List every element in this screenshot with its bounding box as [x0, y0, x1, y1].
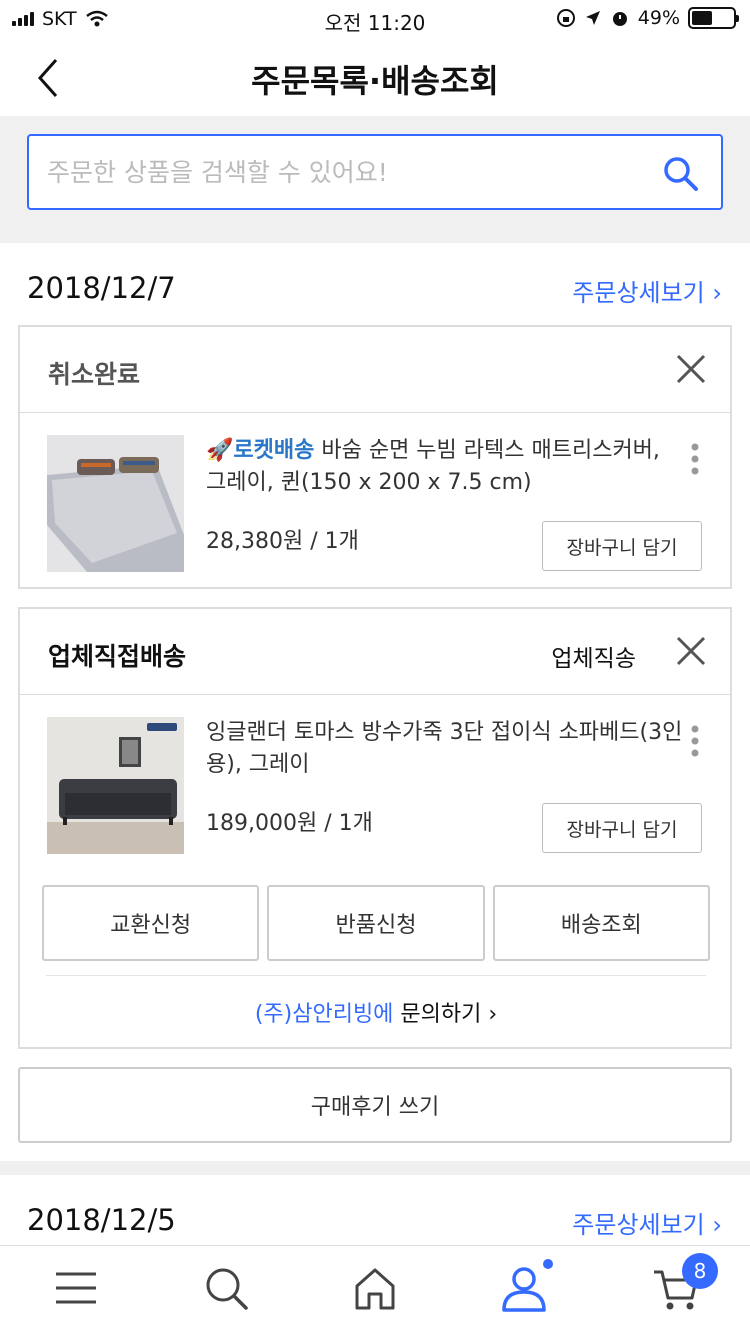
header: 주문목록·배송조회 — [0, 40, 750, 116]
product-name[interactable]: 🚀로켓배송 바숨 순면 누빔 라텍스 매트리스커버, 그레이, 퀸(150 x … — [206, 435, 686, 499]
return-request-button[interactable]: 반품신청 — [267, 885, 485, 961]
order-section: 2018/12/5 주문상세보기 › — [0, 1175, 750, 1245]
order-date: 2018/12/5 — [27, 1203, 176, 1237]
rotation-lock-icon — [556, 9, 575, 27]
search-icon[interactable] — [663, 156, 699, 192]
order-status: 업체직접배송 — [48, 642, 187, 671]
alarm-icon — [612, 12, 627, 26]
menu-icon[interactable] — [52, 1264, 100, 1312]
order-section: 2018/12/7 주문상세보기 › 취소완료 🚀로켓배송 바숨 순면 누빔 라… — [0, 243, 750, 1161]
order-item[interactable]: 잉글랜더 토마스 방수가죽 3단 접이식 소파베드(3인용), 그레이 189,… — [20, 695, 730, 870]
delivery-tracking-button[interactable]: 배송조회 — [492, 885, 710, 961]
product-price: 28,380원 / 1개 — [206, 529, 359, 554]
search-box[interactable] — [27, 134, 723, 210]
user-icon[interactable] — [500, 1264, 548, 1312]
order-action-buttons: 교환신청 반품신청 배송조회 — [42, 885, 710, 961]
vendor-label: 업체직송 — [551, 646, 636, 672]
close-icon[interactable] — [676, 354, 706, 384]
order-card-vendor: 업체직접배송 업체직송 잉글랜더 토마스 방수가죽 3단 접이식 소파베드(3인… — [18, 607, 732, 1049]
page-title: 주문목록·배송조회 — [251, 62, 499, 100]
home-icon[interactable] — [351, 1264, 399, 1312]
close-icon[interactable] — [676, 636, 706, 666]
rocket-delivery-badge: 🚀로켓배송 — [206, 438, 315, 463]
order-date-row: 2018/12/7 주문상세보기 › — [0, 243, 750, 323]
product-thumbnail[interactable] — [47, 717, 184, 854]
search-icon[interactable] — [202, 1264, 250, 1312]
more-options-icon[interactable] — [690, 443, 700, 475]
product-price: 189,000원 / 1개 — [206, 811, 373, 836]
order-status: 취소완료 — [48, 360, 141, 389]
write-review-button[interactable]: 구매후기 쓰기 — [18, 1067, 732, 1143]
bottom-tab-bar — [0, 1245, 750, 1333]
product-thumbnail[interactable] — [47, 435, 184, 572]
order-detail-link[interactable]: 주문상세보기 › — [572, 1205, 722, 1240]
location-icon — [585, 11, 600, 25]
seller-name[interactable]: (주)삼안리빙에 — [255, 1002, 394, 1027]
order-date: 2018/12/7 — [27, 271, 176, 305]
cart-count-badge: 8 — [682, 1253, 718, 1289]
add-to-cart-button[interactable]: 장바구니 담기 — [542, 521, 702, 571]
order-card-cancelled: 취소완료 🚀로켓배송 바숨 순면 누빔 라텍스 매트리스커버, 그레이, 퀸(1… — [18, 325, 732, 589]
order-detail-link[interactable]: 주문상세보기 › — [572, 273, 722, 308]
order-date-row: 2018/12/5 주문상세보기 › — [0, 1175, 750, 1245]
product-name[interactable]: 잉글랜더 토마스 방수가죽 3단 접이식 소파베드(3인용), 그레이 — [206, 717, 686, 781]
battery-percent: 49% — [637, 7, 680, 29]
notification-dot — [543, 1259, 553, 1269]
status-bar: SKT 오전 11:20 49% — [0, 0, 750, 40]
exchange-request-button[interactable]: 교환신청 — [42, 885, 260, 961]
more-options-icon[interactable] — [690, 725, 700, 757]
order-item[interactable]: 🚀로켓배송 바숨 순면 누빔 라텍스 매트리스커버, 그레이, 퀸(150 x … — [20, 413, 730, 588]
card-header: 취소완료 — [20, 327, 730, 413]
add-to-cart-button[interactable]: 장바구니 담기 — [542, 803, 702, 853]
battery-icon — [688, 7, 739, 29]
seller-inquiry-link[interactable]: (주)삼안리빙에 문의하기 › — [46, 975, 706, 1028]
card-header: 업체직접배송 업체직송 — [20, 609, 730, 695]
search-input[interactable] — [47, 150, 647, 194]
inquiry-label[interactable]: 문의하기 › — [393, 1002, 497, 1027]
search-area — [0, 116, 750, 228]
